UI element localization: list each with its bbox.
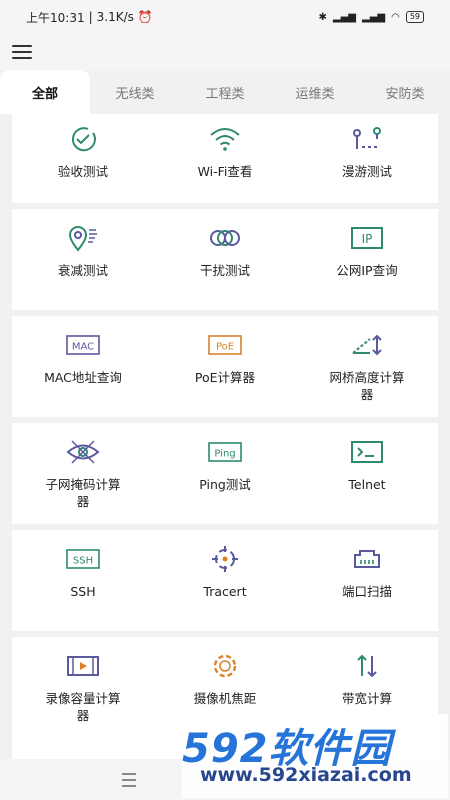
tool-label: 干扰测试 <box>199 263 250 278</box>
tool-label: Telnet <box>348 477 386 492</box>
nav-menu-icon[interactable] <box>122 773 140 787</box>
tool-label: 端口扫描 <box>341 584 392 599</box>
tool-wifi-view[interactable]: Wi-Fi查看 <box>154 114 296 203</box>
wifi-icon <box>207 124 243 154</box>
status-left: 上午10:31 | 3.1K/s ⏰ <box>26 9 153 26</box>
status-bar: 上午10:31 | 3.1K/s ⏰ ✱ ▂▄▆ ▂▄▆ ◠ 59 <box>0 0 450 34</box>
tool-label: 带宽计算 <box>341 691 392 706</box>
alarm-icon: ⏰ <box>137 10 153 24</box>
location-signal-icon <box>65 223 101 253</box>
ssh-icon: SSH <box>65 544 101 574</box>
svg-text:SSH: SSH <box>73 556 93 567</box>
updown-arrows-icon <box>349 651 385 681</box>
tool-bridge-height-calculator[interactable]: 网桥高度计算器 <box>296 316 438 417</box>
tool-label: SSH <box>70 584 96 599</box>
crosshair-icon <box>207 544 243 574</box>
svg-text:MAC: MAC <box>72 342 94 353</box>
focus-icon <box>207 651 243 681</box>
tab-operations[interactable]: 运维类 <box>270 70 360 114</box>
tool-mac-lookup[interactable]: MAC MAC地址查询 <box>12 316 154 417</box>
tool-telnet[interactable]: Telnet <box>296 423 438 524</box>
tool-grid: 验收测试 Wi-Fi查看 漫游测试 衰减测试 干扰测试 IP 公网IP查询 MA… <box>12 114 438 759</box>
tool-ping-test[interactable]: Ping Ping测试 <box>154 423 296 524</box>
tool-row: 衰减测试 干扰测试 IP 公网IP查询 <box>12 209 438 316</box>
tool-tracert[interactable]: Tracert <box>154 530 296 631</box>
svg-text:PoE: PoE <box>216 342 234 353</box>
tool-label: PoE计算器 <box>194 370 256 385</box>
bridge-height-icon <box>349 330 385 360</box>
watermark: 592软件园 www.592xiazai.com <box>182 714 448 798</box>
status-speed: 3.1K/s <box>96 10 134 24</box>
svg-text:IP: IP <box>362 232 373 246</box>
video-icon <box>65 651 101 681</box>
tool-subnet-calculator[interactable]: 子网掩码计算器 <box>12 423 154 524</box>
ping-icon: Ping <box>207 437 243 467</box>
svg-text:Ping: Ping <box>214 449 235 460</box>
port-icon <box>349 544 385 574</box>
signal-icon: ▂▄▆ <box>332 11 356 23</box>
tool-port-scan[interactable]: 端口扫描 <box>296 530 438 631</box>
wifi-status-icon: ◠ <box>391 11 400 23</box>
tool-row: SSH SSH Tracert 端口扫描 <box>12 530 438 637</box>
tool-ssh[interactable]: SSH SSH <box>12 530 154 631</box>
tab-all[interactable]: 全部 <box>0 70 90 114</box>
battery-icon: 59 <box>405 11 424 23</box>
tool-row: MAC MAC地址查询 PoE PoE计算器 网桥高度计算器 <box>12 316 438 423</box>
tool-label: 子网掩码计算器 <box>45 477 121 509</box>
roaming-icon <box>349 124 385 154</box>
tool-label: MAC地址查询 <box>44 370 122 385</box>
ip-icon: IP <box>349 223 385 253</box>
category-tabs: 全部 无线类 工程类 运维类 安防类 <box>0 70 450 114</box>
signal-icon-2: ▂▄▆ <box>362 11 386 23</box>
mac-icon: MAC <box>65 330 101 360</box>
poe-icon: PoE <box>207 330 243 360</box>
tool-poe-calculator[interactable]: PoE PoE计算器 <box>154 316 296 417</box>
tool-public-ip-query[interactable]: IP 公网IP查询 <box>296 209 438 310</box>
check-circle-icon <box>65 124 101 154</box>
tool-recording-capacity-calculator[interactable]: 录像容量计算器 <box>12 637 154 744</box>
tool-label: Tracert <box>203 584 247 599</box>
tool-roaming-test[interactable]: 漫游测试 <box>296 114 438 203</box>
terminal-icon <box>349 437 385 467</box>
tool-label: 衰减测试 <box>57 263 108 278</box>
bluetooth-icon: ✱ <box>318 11 327 23</box>
tab-security[interactable]: 安防类 <box>360 70 450 114</box>
tool-row: 子网掩码计算器 Ping Ping测试 Telnet <box>12 423 438 530</box>
tool-label: Wi-Fi查看 <box>197 164 253 179</box>
watermark-url: www.592xiazai.com <box>200 764 412 786</box>
hamburger-menu-icon[interactable] <box>12 40 36 64</box>
subnet-eye-icon <box>65 437 101 467</box>
tab-engineering[interactable]: 工程类 <box>180 70 270 114</box>
status-separator: | <box>88 10 93 24</box>
status-time: 上午10:31 <box>26 10 85 25</box>
tool-acceptance-test[interactable]: 验收测试 <box>12 114 154 203</box>
status-right: ✱ ▂▄▆ ▂▄▆ ◠ 59 <box>319 11 424 23</box>
tool-label: 验收测试 <box>57 164 108 179</box>
tool-label: 录像容量计算器 <box>45 691 121 723</box>
tab-wireless[interactable]: 无线类 <box>90 70 180 114</box>
tool-label: Ping测试 <box>199 477 251 492</box>
rings-icon <box>207 223 243 253</box>
tool-label: 摄像机焦距 <box>193 691 257 706</box>
tool-interference-test[interactable]: 干扰测试 <box>154 209 296 310</box>
tool-attenuation-test[interactable]: 衰减测试 <box>12 209 154 310</box>
tool-label: 网桥高度计算器 <box>329 370 405 402</box>
tool-row: 验收测试 Wi-Fi查看 漫游测试 <box>12 114 438 209</box>
top-bar <box>0 34 450 70</box>
tool-label: 公网IP查询 <box>336 263 398 278</box>
tool-label: 漫游测试 <box>341 164 392 179</box>
